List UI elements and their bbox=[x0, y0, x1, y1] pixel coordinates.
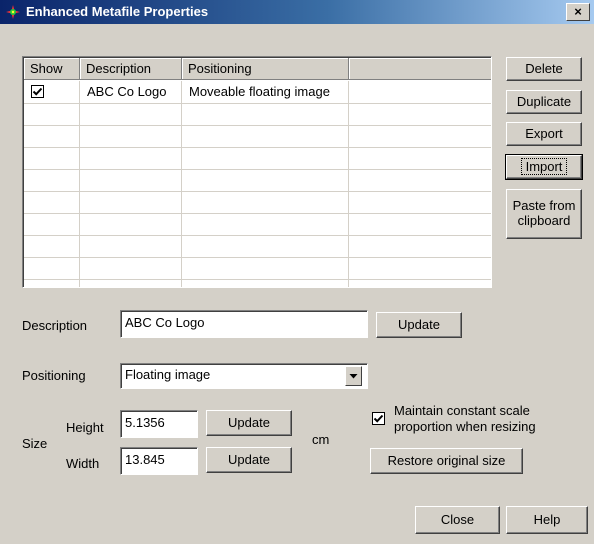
update-width-button[interactable]: Update bbox=[206, 447, 292, 473]
unit-label: cm bbox=[312, 432, 330, 447]
maintain-scale-checkbox[interactable] bbox=[372, 412, 385, 425]
restore-original-size-button[interactable]: Restore original size bbox=[370, 448, 523, 474]
delete-button[interactable]: Delete bbox=[506, 57, 582, 81]
positioning-label: Positioning bbox=[22, 368, 86, 383]
size-label: Size bbox=[22, 436, 48, 451]
column-header-blank[interactable] bbox=[349, 58, 491, 80]
window-title: Enhanced Metafile Properties bbox=[26, 4, 209, 19]
width-field[interactable]: 13.845 bbox=[120, 447, 198, 475]
metafile-list[interactable]: Show Description Positioning ABC Co Logo… bbox=[22, 56, 492, 288]
checkmark-icon bbox=[32, 87, 43, 96]
update-description-button[interactable]: Update bbox=[376, 312, 462, 338]
positioning-dropdown[interactable]: Floating image bbox=[120, 363, 368, 389]
paste-label-line1: Paste from bbox=[512, 198, 576, 214]
chevron-down-icon bbox=[349, 374, 358, 379]
maintain-scale-label-line1[interactable]: Maintain constant scale bbox=[394, 403, 530, 419]
close-window-button[interactable]: × bbox=[566, 3, 590, 21]
update-height-button[interactable]: Update bbox=[206, 410, 292, 436]
show-checkbox[interactable] bbox=[31, 85, 44, 98]
row-divider bbox=[24, 169, 491, 170]
import-label: Import bbox=[520, 157, 568, 175]
description-field[interactable]: ABC Co Logo bbox=[120, 310, 368, 338]
import-button[interactable]: Import bbox=[505, 154, 583, 180]
close-icon: × bbox=[574, 4, 582, 19]
column-header-positioning[interactable]: Positioning bbox=[182, 58, 349, 80]
height-field[interactable]: 5.1356 bbox=[120, 410, 198, 438]
close-button[interactable]: Close bbox=[415, 506, 500, 534]
row-description: ABC Co Logo bbox=[87, 84, 167, 99]
row-divider bbox=[24, 147, 491, 148]
paste-from-clipboard-button[interactable]: Paste from clipboard bbox=[506, 189, 582, 239]
row-divider bbox=[24, 213, 491, 214]
metafile-app-icon bbox=[5, 4, 21, 20]
row-divider bbox=[24, 279, 491, 280]
column-header-description[interactable]: Description bbox=[80, 58, 182, 80]
checkmark-icon bbox=[373, 414, 384, 423]
row-divider bbox=[24, 235, 491, 236]
column-header-show[interactable]: Show bbox=[24, 58, 80, 80]
table-row[interactable]: ABC Co Logo Moveable floating image bbox=[24, 81, 491, 103]
paste-label-line2: clipboard bbox=[517, 213, 571, 228]
maintain-scale-label-line2[interactable]: proportion when resizing bbox=[394, 419, 536, 435]
row-divider bbox=[24, 257, 491, 258]
row-positioning: Moveable floating image bbox=[189, 84, 330, 99]
row-divider bbox=[24, 103, 491, 104]
duplicate-button[interactable]: Duplicate bbox=[506, 90, 582, 114]
positioning-selected-value: Floating image bbox=[125, 367, 211, 382]
help-button[interactable]: Help bbox=[506, 506, 588, 534]
dropdown-arrow-button[interactable] bbox=[345, 366, 362, 386]
description-label: Description bbox=[22, 318, 88, 333]
width-label: Width bbox=[66, 456, 100, 471]
height-label: Height bbox=[66, 420, 104, 435]
export-button[interactable]: Export bbox=[506, 122, 582, 146]
row-divider bbox=[24, 191, 491, 192]
row-divider bbox=[24, 125, 491, 126]
